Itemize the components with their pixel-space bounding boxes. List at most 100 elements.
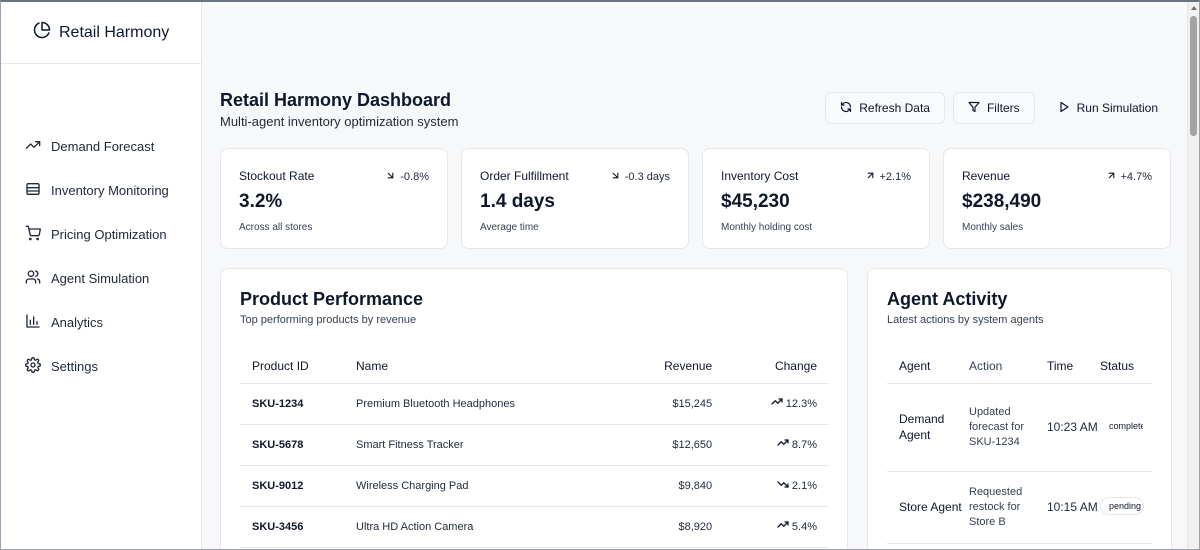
revenue-cell: $9,840 [616, 465, 725, 507]
sidebar-item-settings[interactable]: Settings [1, 344, 201, 388]
time-cell: 10:23 AM [1047, 383, 1100, 472]
table-row[interactable]: Demand Agent Updated forecast for SKU-12… [887, 383, 1152, 472]
product-id-cell: SKU-1234 [240, 383, 356, 425]
refresh-data-label: Refresh Data [859, 101, 930, 115]
change-cell: 8.7% [724, 424, 829, 466]
bar-chart-icon [25, 313, 41, 332]
cart-icon [25, 225, 41, 244]
kpi-change-value: -0.8% [400, 171, 429, 183]
sidebar-item-analytics[interactable]: Analytics [1, 300, 201, 344]
scroll-up-arrow-icon[interactable] [1191, 6, 1197, 10]
change-value: 12.3% [785, 397, 817, 410]
product-performance-panel: Product Performance Top performing produ… [220, 268, 848, 549]
app-window: Retail Harmony Demand Forecast Inventory… [0, 0, 1200, 550]
status-badge: pending [1100, 496, 1144, 515]
trending-up-icon [777, 438, 789, 451]
kpi-note: Across all stores [239, 222, 313, 233]
refresh-data-button[interactable]: Refresh Data [825, 92, 945, 124]
sidebar-item-label: Inventory Monitoring [51, 182, 169, 198]
users-icon [25, 269, 41, 288]
arrow-up-right-icon [1106, 170, 1117, 184]
table-row[interactable]: SKU-9012 Wireless Charging Pad $9,840 2.… [240, 465, 829, 507]
kpi-note: Average time [480, 222, 539, 233]
gear-icon [25, 356, 41, 376]
trending-up-icon [777, 520, 789, 533]
agent-activity-table: Agent Action Time Status Demand Agent Up… [887, 349, 1152, 544]
change-value: 5.4% [791, 520, 817, 533]
filter-icon [968, 101, 980, 116]
kpi-change-value: +4.7% [1120, 171, 1153, 183]
kpi-change-value: +2.1% [879, 171, 912, 183]
agent-cell: Demand Agent [887, 383, 969, 472]
kpi-card-stockout-rate: Stockout Rate -0.8% 3.2% Across all stor… [220, 148, 448, 249]
change-value: 8.7% [791, 438, 817, 451]
main-content: Retail Harmony Dashboard Multi-agent inv… [202, 2, 1187, 549]
header-actions: Refresh Data Filters Run Simulation [825, 92, 1173, 124]
sidebar-item-label: Analytics [51, 314, 104, 330]
time-cell: 10:15 AM [1047, 471, 1100, 544]
panel-title: Agent Activity [887, 289, 1008, 309]
action-cell: Requested restock for Store B [969, 471, 1047, 544]
trending-up-icon [771, 397, 783, 410]
page-subtitle: Multi-agent inventory optimization syste… [220, 114, 459, 129]
kpi-change-value: -0.3 days [624, 171, 670, 183]
kpi-change: +2.1% [865, 170, 912, 184]
change-cell: 5.4% [724, 506, 829, 548]
panel-subtitle: Latest actions by system agents [887, 314, 1044, 326]
column-header-change[interactable]: Change [724, 349, 829, 384]
sidebar: Retail Harmony Demand Forecast Inventory… [1, 2, 202, 549]
sidebar-item-label: Agent Simulation [51, 270, 150, 286]
table-row[interactable]: SKU-5678 Smart Fitness Tracker $12,650 8… [240, 424, 829, 466]
sidebar-item-inventory-monitoring[interactable]: Inventory Monitoring [1, 168, 201, 212]
column-header-product-id[interactable]: Product ID [240, 349, 356, 384]
sidebar-item-demand-forecast[interactable]: Demand Forecast [1, 124, 201, 168]
play-icon [1058, 101, 1070, 116]
product-name-cell: Wireless Charging Pad [356, 465, 616, 507]
refresh-icon [840, 101, 852, 116]
product-name-cell: Ultra HD Action Camera [356, 506, 616, 548]
brand[interactable]: Retail Harmony [1, 2, 201, 64]
column-header-action[interactable]: Action [969, 349, 1047, 384]
column-header-revenue[interactable]: Revenue [616, 349, 725, 384]
sidebar-nav: Demand Forecast Inventory Monitoring Pri… [1, 124, 201, 388]
kpi-value: $45,230 [721, 191, 790, 212]
revenue-cell: $8,920 [616, 506, 725, 548]
sidebar-item-agent-simulation[interactable]: Agent Simulation [1, 256, 201, 300]
status-cell: pending [1100, 471, 1152, 544]
table-row[interactable]: SKU-1234 Premium Bluetooth Headphones $1… [240, 383, 829, 425]
kpi-change: -0.3 days [610, 170, 670, 184]
product-id-cell: SKU-9012 [240, 465, 356, 507]
column-header-time[interactable]: Time [1047, 349, 1100, 384]
run-simulation-button[interactable]: Run Simulation [1043, 92, 1173, 124]
change-cell: 12.3% [724, 383, 829, 425]
sidebar-item-pricing-optimization[interactable]: Pricing Optimization [1, 212, 201, 256]
scroll-thumb[interactable] [1190, 16, 1197, 136]
sidebar-item-label: Pricing Optimization [51, 226, 167, 242]
brand-name: Retail Harmony [59, 23, 170, 41]
run-simulation-label: Run Simulation [1076, 101, 1158, 115]
column-header-name[interactable]: Name [356, 349, 616, 384]
table-row[interactable]: SKU-3456 Ultra HD Action Camera $8,920 5… [240, 506, 829, 548]
product-name-cell: Smart Fitness Tracker [356, 424, 616, 466]
agent-activity-panel: Agent Activity Latest actions by system … [867, 268, 1172, 549]
panel-subtitle: Top performing products by revenue [240, 314, 417, 326]
action-cell: Updated forecast for SKU-1234 [969, 383, 1047, 472]
kpi-value: 3.2% [239, 191, 283, 212]
kpi-card-inventory-cost: Inventory Cost +2.1% $45,230 Monthly hol… [702, 148, 930, 249]
product-performance-table: Product ID Name Revenue Change SKU-1234 … [240, 349, 829, 548]
change-cell: 2.1% [724, 465, 829, 507]
arrow-up-right-icon [865, 170, 876, 184]
trending-up-icon [25, 137, 41, 156]
kpi-note: Monthly holding cost [721, 222, 813, 233]
product-id-cell: SKU-3456 [240, 506, 356, 548]
vertical-scrollbar[interactable] [1187, 2, 1199, 549]
status-cell: completed [1100, 383, 1152, 472]
column-header-agent[interactable]: Agent [887, 349, 969, 384]
column-header-status[interactable]: Status [1100, 349, 1152, 384]
filters-button[interactable]: Filters [952, 92, 1035, 124]
arrow-down-right-icon [385, 170, 396, 184]
revenue-cell: $12,650 [616, 424, 725, 466]
sidebar-item-label: Demand Forecast [51, 138, 155, 154]
table-row[interactable]: Store Agent Requested restock for Store … [887, 471, 1152, 544]
table-header-row: Product ID Name Revenue Change [240, 349, 829, 384]
